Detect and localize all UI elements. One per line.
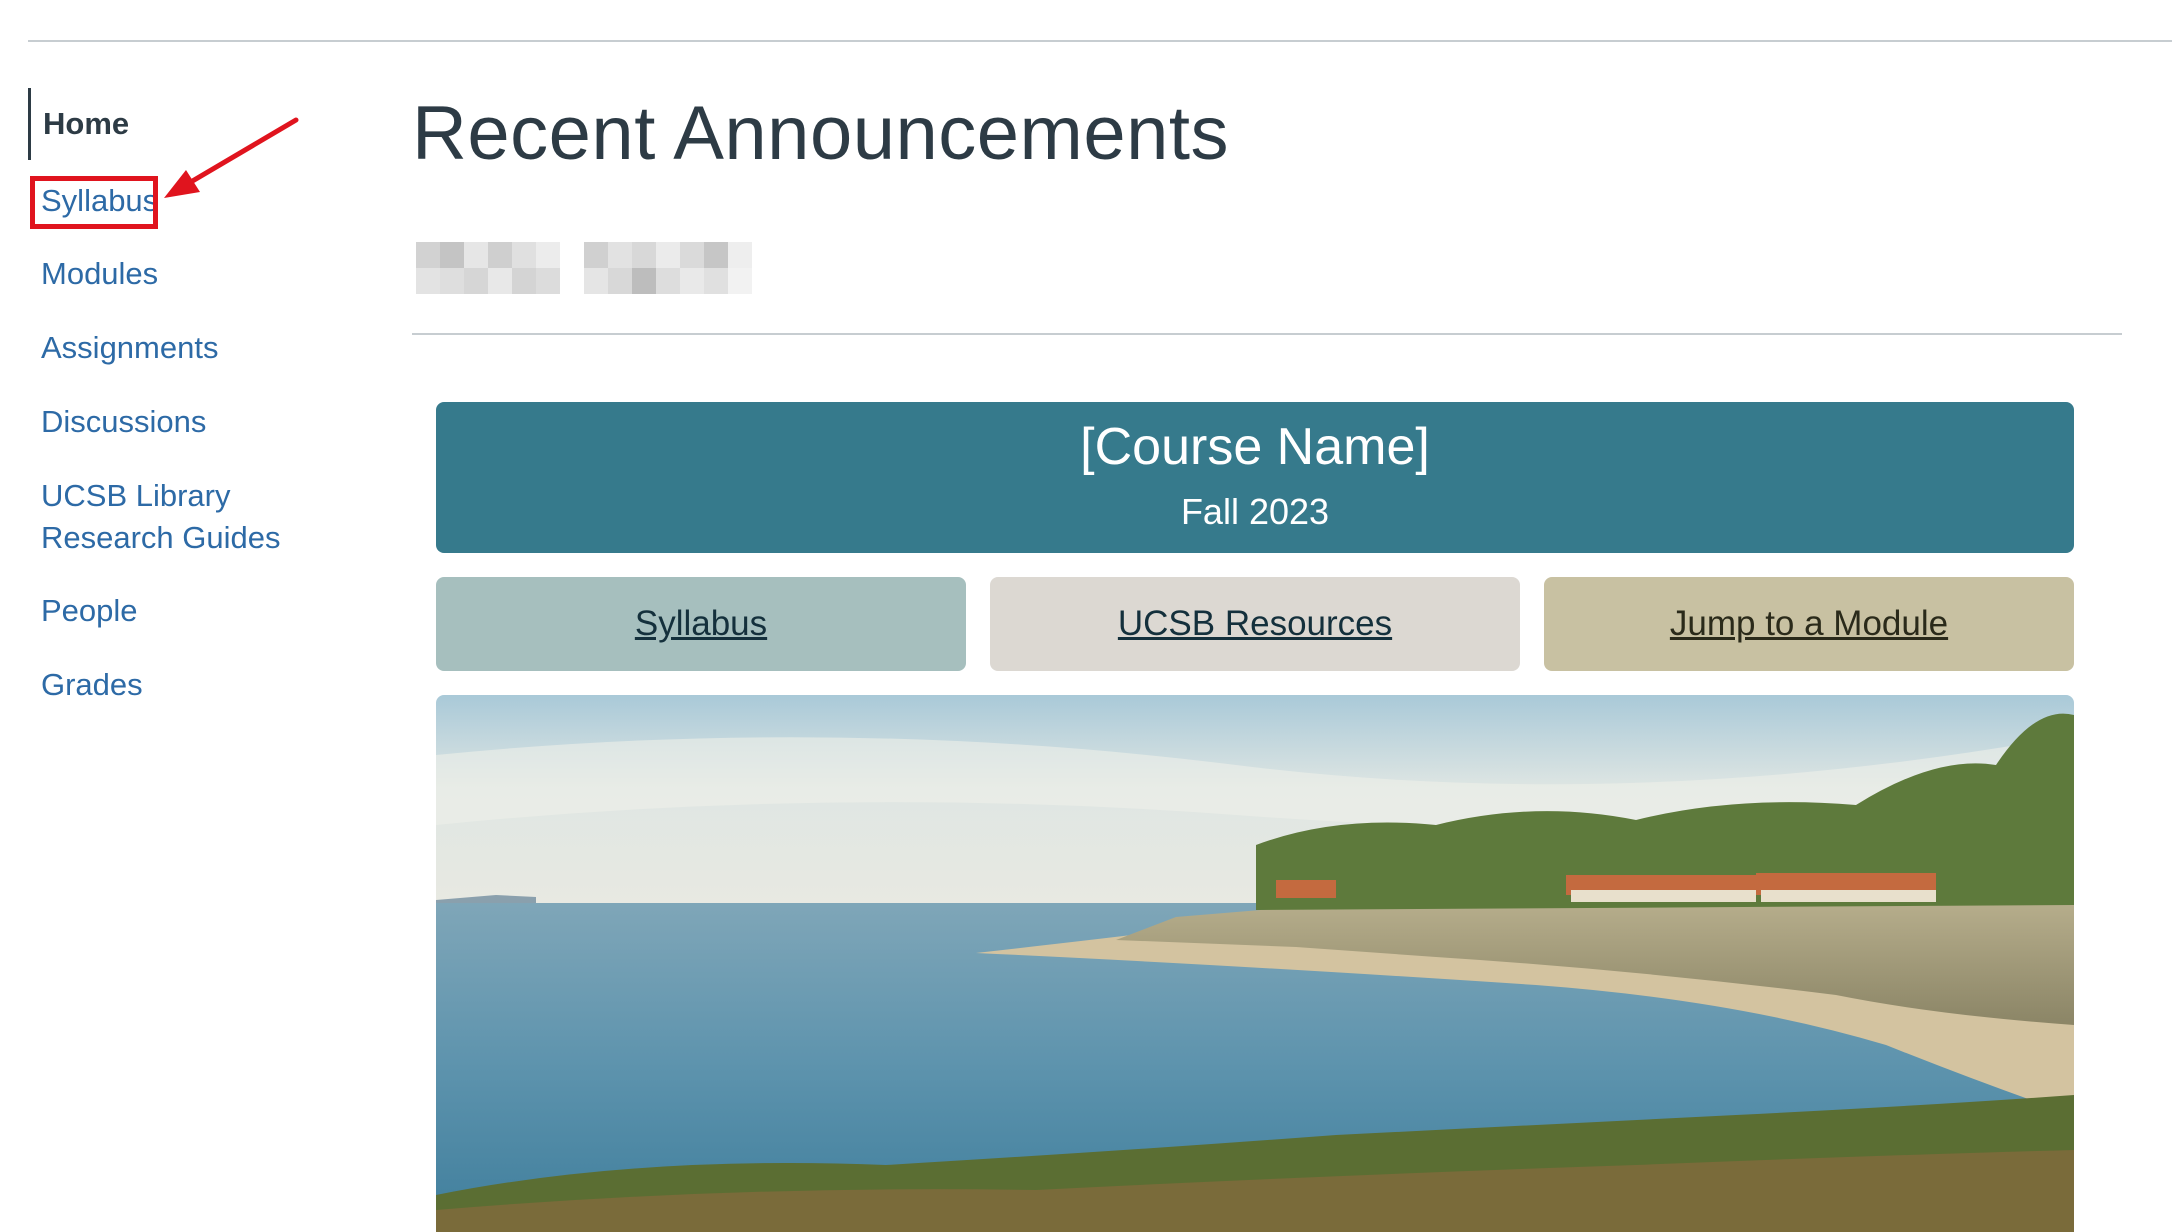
syllabus-button[interactable]: Syllabus (436, 577, 966, 671)
campus-coastline-image (436, 695, 2074, 1232)
nav-library-research-guides[interactable]: UCSB Library Research Guides (41, 475, 301, 559)
course-banner: [Course Name] Fall 2023 (436, 402, 2074, 553)
jump-to-module-button[interactable]: Jump to a Module (1544, 577, 2074, 671)
top-divider (28, 40, 2172, 42)
nav-syllabus[interactable]: Syllabus (41, 180, 158, 222)
nav-discussions[interactable]: Discussions (41, 401, 206, 443)
nav-home[interactable]: Home (28, 88, 129, 160)
ucsb-resources-button[interactable]: UCSB Resources (990, 577, 1520, 671)
annotation-arrow-icon (164, 117, 299, 198)
section-divider (412, 333, 2122, 335)
page-title: Recent Announcements (412, 91, 1229, 176)
quick-links: Syllabus UCSB Resources Jump to a Module (436, 577, 2074, 671)
nav-assignments[interactable]: Assignments (41, 327, 218, 369)
nav-modules[interactable]: Modules (41, 253, 158, 295)
course-name: [Course Name] (1080, 418, 1430, 476)
blurred-announcement (416, 242, 860, 294)
nav-people[interactable]: People (41, 590, 138, 632)
nav-grades[interactable]: Grades (41, 664, 143, 706)
course-term: Fall 2023 (1180, 491, 1330, 532)
